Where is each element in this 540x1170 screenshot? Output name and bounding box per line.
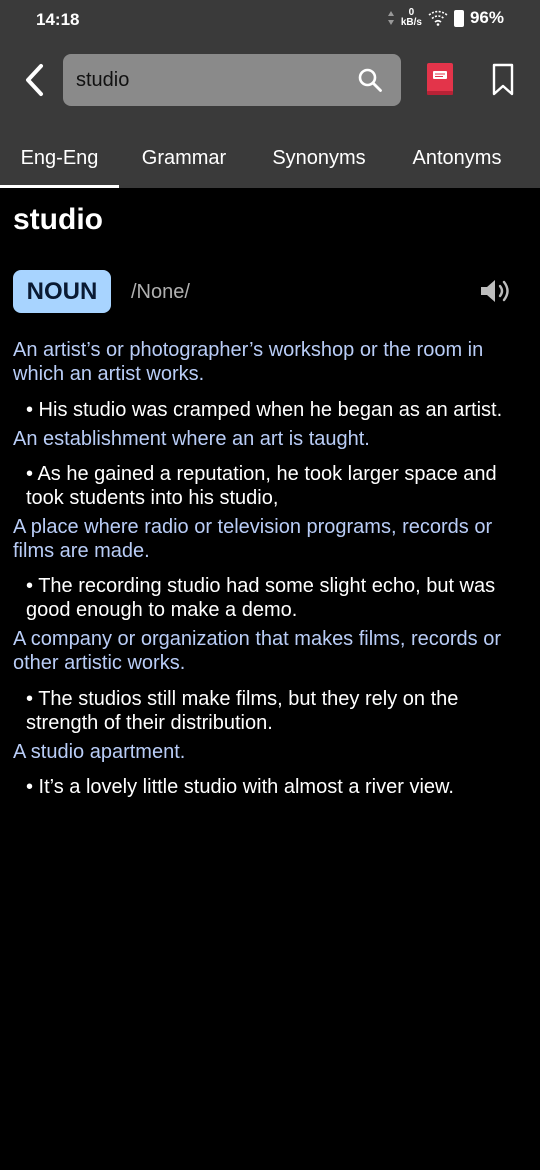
sense-example: • The studios still make films, but they… bbox=[26, 688, 459, 734]
sense-definition: A place where radio or television progra… bbox=[13, 516, 493, 562]
book-icon[interactable] bbox=[425, 61, 455, 97]
back-arrow-icon[interactable] bbox=[16, 60, 56, 100]
sense-definition: An establishment where an art is taught. bbox=[13, 428, 370, 450]
sense-definition: An artist’s or photographer’s workshop o… bbox=[13, 339, 484, 385]
status-time: 14:18 bbox=[36, 10, 80, 29]
sense-example: • His studio was cramped when he began a… bbox=[26, 399, 503, 421]
status-bar: 14:18 0 kB/s 96% bbox=[0, 0, 540, 40]
sense-example: • It’s a lovely little studio with almos… bbox=[26, 776, 454, 798]
search-icon[interactable] bbox=[357, 67, 383, 93]
sense-example: • The recording studio had some slight e… bbox=[26, 575, 496, 621]
toolbar bbox=[0, 52, 540, 108]
tab-eng-eng[interactable]: Eng-Eng bbox=[0, 130, 119, 188]
bookmark-icon[interactable] bbox=[489, 62, 517, 98]
sense-example: • As he gained a reputation, he took lar… bbox=[26, 463, 497, 509]
speaker-icon[interactable] bbox=[479, 277, 513, 305]
status-right: 0 kB/s 96% bbox=[387, 8, 504, 28]
tab-grammar[interactable]: Grammar bbox=[124, 130, 244, 186]
battery-level: 96% bbox=[469, 8, 504, 27]
top-app-bar: 14:18 0 kB/s 96% studio Eng-Eng Grammar … bbox=[0, 0, 540, 188]
data-arrows-icon bbox=[387, 11, 394, 25]
sense-definition: A studio apartment. bbox=[13, 741, 186, 763]
tab-antonyms[interactable]: Antonyms bbox=[398, 130, 516, 186]
battery-icon bbox=[453, 9, 464, 27]
tab-bar: Eng-Eng Grammar Synonyms Antonyms bbox=[0, 130, 540, 188]
tab-synonyms[interactable]: Synonyms bbox=[258, 130, 380, 186]
wifi-icon bbox=[428, 10, 448, 26]
network-speed: 0 kB/s bbox=[401, 8, 422, 28]
pronunciation: /None/ bbox=[131, 281, 190, 303]
part-of-speech-badge: NOUN bbox=[13, 270, 111, 313]
search-box[interactable] bbox=[63, 54, 401, 106]
network-speed-unit: kB/s bbox=[400, 17, 422, 28]
search-input[interactable] bbox=[76, 68, 336, 92]
sense-definition: A company or organization that makes fil… bbox=[13, 628, 501, 674]
headword: studio bbox=[13, 203, 103, 236]
